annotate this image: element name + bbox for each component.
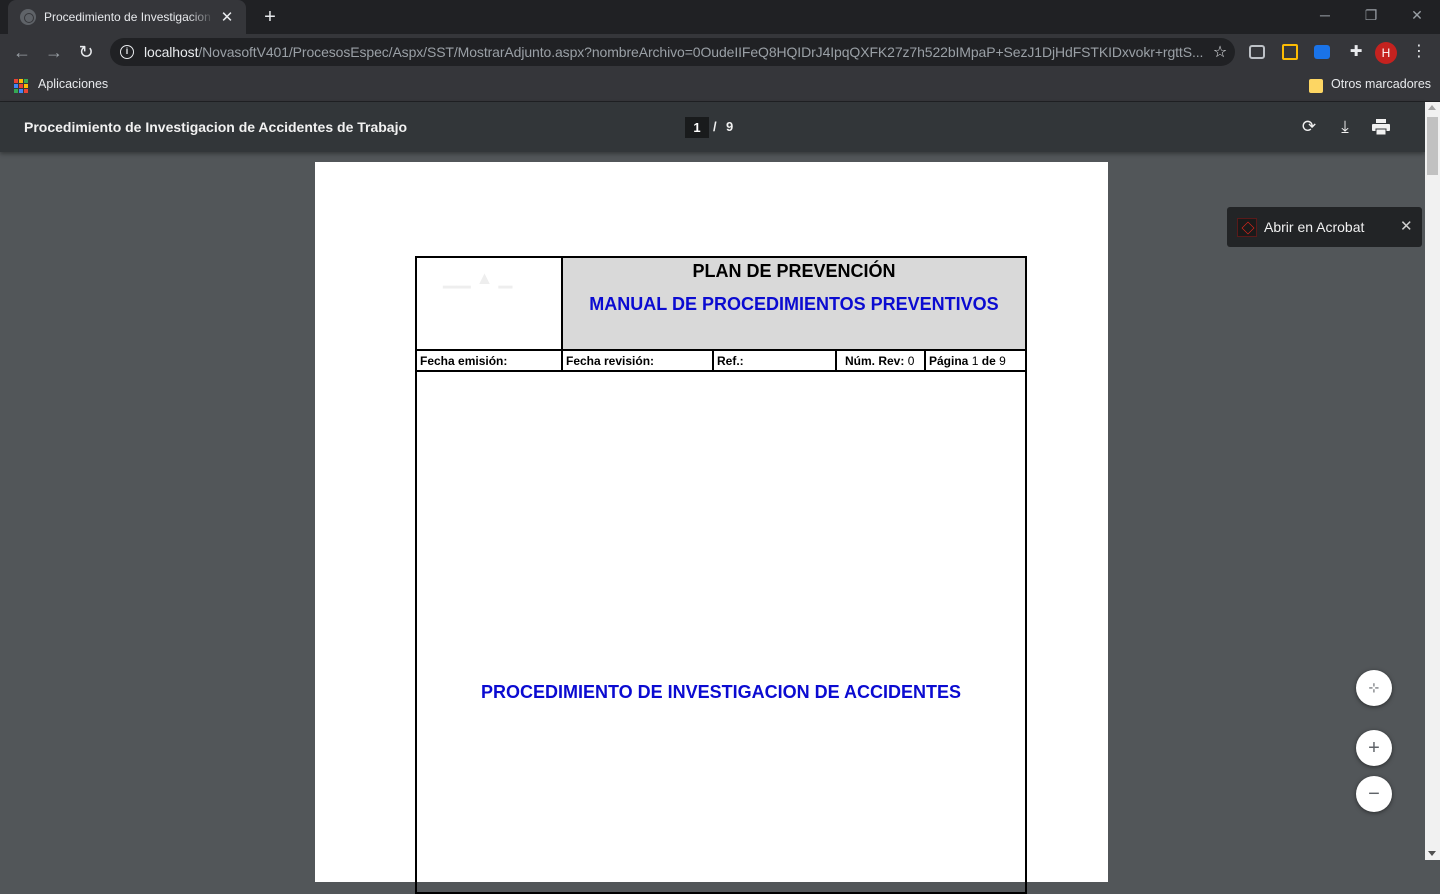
logo-image: ▁▁ ▲ ▁ bbox=[443, 268, 513, 288]
apps-grid-icon[interactable] bbox=[14, 79, 28, 93]
document-body: PROCEDIMIENTO DE INVESTIGACION DE ACCIDE… bbox=[417, 372, 1025, 892]
page-number-input[interactable]: 1 bbox=[685, 117, 709, 138]
zoom-out-icon[interactable]: − bbox=[1356, 776, 1392, 812]
rotate-icon[interactable]: ⟳ bbox=[1297, 115, 1321, 139]
browser-tab[interactable]: Procedimiento de Investigacion de Accide… bbox=[8, 0, 246, 34]
page-separator: / bbox=[713, 119, 717, 134]
fecha-revision-cell: Fecha revisión: bbox=[563, 351, 714, 370]
open-in-acrobat-label[interactable]: Abrir en Acrobat bbox=[1264, 219, 1364, 235]
minimize-button[interactable]: ─ bbox=[1302, 0, 1348, 30]
info-icon[interactable]: i bbox=[120, 45, 134, 59]
profile-avatar[interactable]: H bbox=[1375, 42, 1397, 64]
url-host: localhost bbox=[144, 44, 199, 60]
bookmarks-bar: Aplicaciones Otros marcadores bbox=[0, 70, 1440, 102]
close-icon[interactable]: ✕ bbox=[1400, 217, 1413, 235]
pagina-value: 1 bbox=[971, 354, 979, 368]
pdf-toolbar: Procedimiento de Investigacion de Accide… bbox=[0, 102, 1425, 152]
extensions-puzzle-icon[interactable]: ✚ bbox=[1346, 42, 1366, 62]
star-icon[interactable]: ☆ bbox=[1205, 42, 1235, 62]
title-cell: PLAN DE PREVENCIÓN MANUAL DE PROCEDIMIEN… bbox=[563, 258, 1025, 349]
globe-icon bbox=[20, 9, 36, 25]
scroll-thumb[interactable] bbox=[1427, 117, 1438, 175]
ref-label: Ref.: bbox=[717, 354, 744, 368]
url-text[interactable]: localhost/NovasoftV401/ProcesosEspec/Asp… bbox=[144, 44, 1205, 60]
zoom-in-icon[interactable]: + bbox=[1356, 730, 1392, 766]
page-total: 9 bbox=[726, 119, 734, 134]
pagina-cell: Página 1 de 9 bbox=[926, 351, 1025, 370]
address-bar[interactable]: i localhost/NovasoftV401/ProcesosEspec/A… bbox=[110, 38, 1235, 66]
fecha-emision-cell: Fecha emisión: bbox=[417, 351, 563, 370]
document-header-table: ▁▁ ▲ ▁ PLAN DE PREVENCIÓN MANUAL DE PROC… bbox=[415, 256, 1027, 894]
folder-icon bbox=[1309, 79, 1323, 93]
num-rev-label: Núm. Rev: bbox=[845, 354, 905, 368]
header-row: ▁▁ ▲ ▁ PLAN DE PREVENCIÓN MANUAL DE PROC… bbox=[417, 258, 1025, 351]
pdf-page: ▁▁ ▲ ▁ PLAN DE PREVENCIÓN MANUAL DE PROC… bbox=[315, 162, 1108, 894]
download-icon[interactable]: ⤓ bbox=[1333, 115, 1357, 139]
print-icon[interactable] bbox=[1369, 115, 1393, 139]
scroll-up-icon[interactable] bbox=[1428, 105, 1436, 110]
fecha-revision-label: Fecha revisión: bbox=[566, 354, 655, 368]
forward-arrow-icon[interactable]: → bbox=[40, 38, 68, 66]
extension-outlook-icon[interactable] bbox=[1314, 45, 1330, 59]
other-bookmarks[interactable]: Otros marcadores bbox=[1331, 77, 1431, 91]
close-window-button[interactable]: ✕ bbox=[1394, 0, 1440, 30]
extension-screen-icon[interactable] bbox=[1249, 45, 1265, 59]
restore-button[interactable]: ❐ bbox=[1348, 0, 1394, 30]
reload-icon[interactable]: ↻ bbox=[72, 38, 100, 66]
vertical-scrollbar[interactable] bbox=[1425, 102, 1440, 860]
logo-cell: ▁▁ ▲ ▁ bbox=[417, 258, 563, 349]
browser-toolbar: ← → ↻ i localhost/NovasoftV401/ProcesosE… bbox=[0, 34, 1440, 70]
open-in-acrobat-popup[interactable]: Abrir en Acrobat ✕ bbox=[1227, 207, 1422, 247]
num-rev-value: 0 bbox=[907, 354, 915, 368]
procedure-title: PROCEDIMIENTO DE INVESTIGACION DE ACCIDE… bbox=[480, 682, 962, 702]
manual-title: MANUAL DE PROCEDIMIENTOS PREVENTIVOS bbox=[589, 294, 999, 314]
plan-title: PLAN DE PREVENCIÓN bbox=[692, 261, 896, 281]
pdf-title: Procedimiento de Investigacion de Accide… bbox=[24, 119, 408, 135]
url-path: /NovasoftV401/ProcesosEspec/Aspx/SST/Mos… bbox=[198, 44, 1204, 60]
apps-bookmark[interactable]: Aplicaciones bbox=[38, 77, 108, 91]
tab-title: Procedimiento de Investigacion de Accide… bbox=[44, 10, 214, 24]
acrobat-icon bbox=[1237, 218, 1257, 237]
menu-dots-icon[interactable]: ⋮ bbox=[1410, 40, 1428, 64]
new-tab-button[interactable]: + bbox=[258, 5, 282, 29]
extension-folder-icon[interactable] bbox=[1282, 44, 1298, 60]
ref-cell: Ref.: bbox=[714, 351, 837, 370]
back-arrow-icon[interactable]: ← bbox=[8, 38, 36, 66]
tab-close-icon[interactable]: ✕ bbox=[218, 8, 236, 26]
pagina-total: 9 bbox=[999, 354, 1006, 368]
fecha-emision-label: Fecha emisión: bbox=[420, 354, 508, 368]
pagina-de: de bbox=[981, 354, 996, 368]
num-rev-cell: Núm. Rev: 0 bbox=[837, 351, 926, 370]
fit-to-page-icon[interactable]: ⊹ bbox=[1356, 670, 1392, 706]
tab-strip: Procedimiento de Investigacion de Accide… bbox=[0, 0, 1440, 34]
scroll-down-icon[interactable] bbox=[1428, 851, 1436, 856]
pagina-label: Página bbox=[929, 354, 969, 368]
meta-row: Fecha emisión: Fecha revisión: Ref.: Núm… bbox=[417, 351, 1025, 372]
